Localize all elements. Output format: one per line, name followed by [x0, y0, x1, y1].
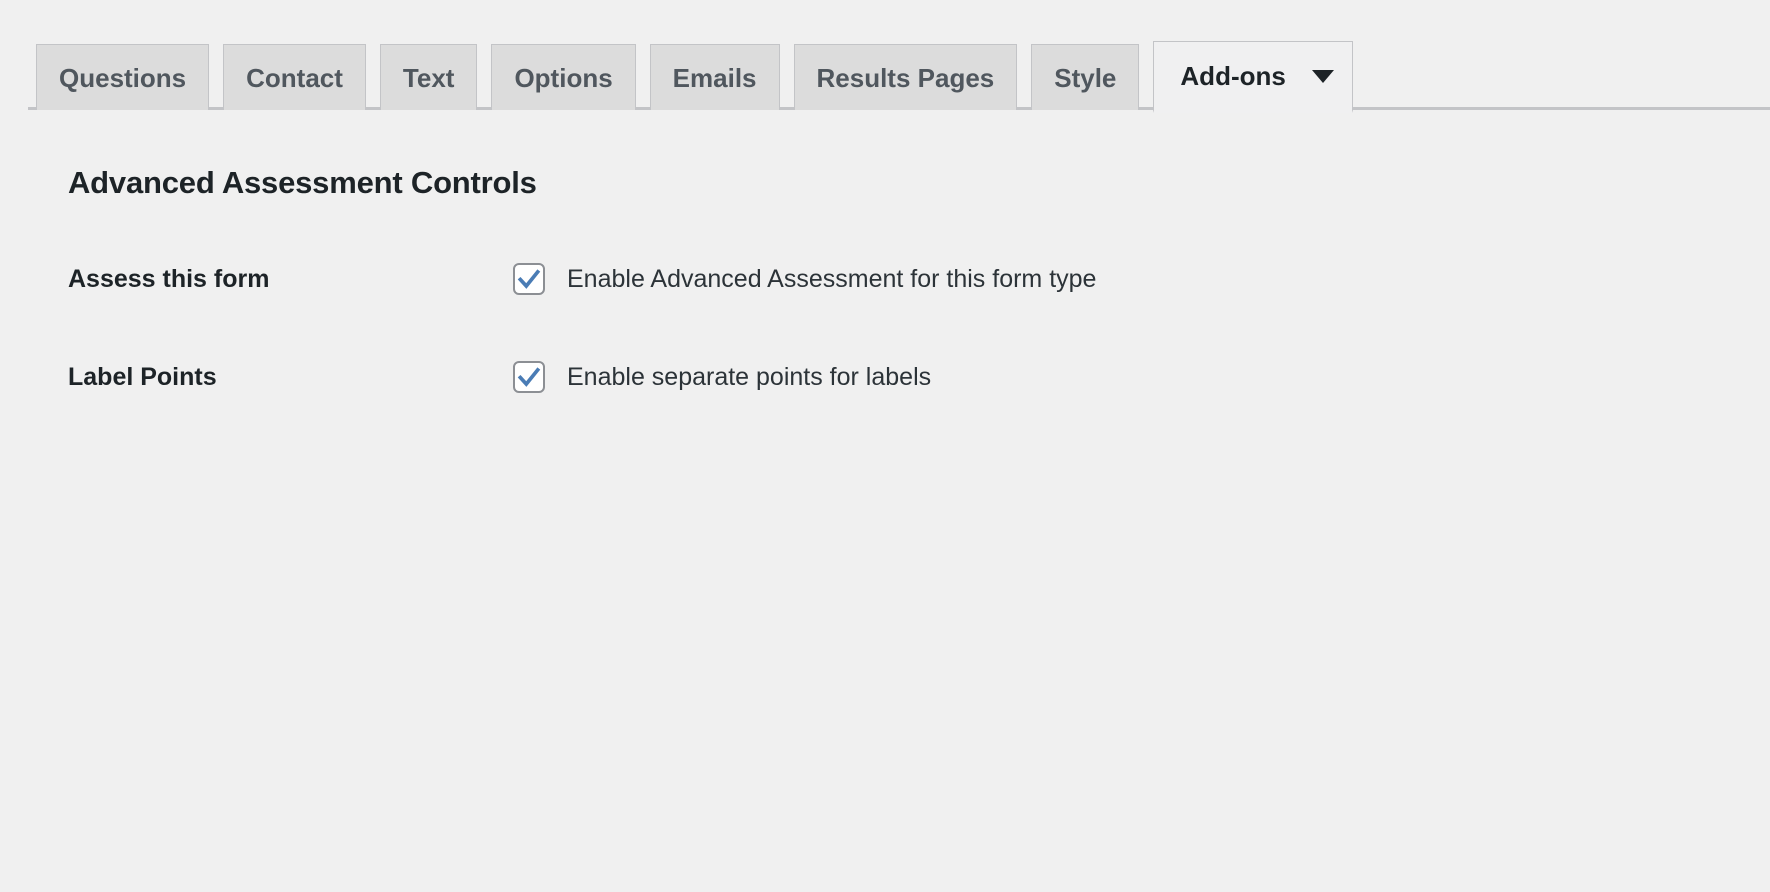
field-control-label-points: Enable separate points for labels	[513, 361, 931, 393]
addons-panel: Advanced Assessment Controls Assess this…	[0, 110, 1770, 393]
tab-add-ons-label: Add-ons	[1180, 63, 1285, 89]
tab-emails[interactable]: Emails	[650, 44, 780, 110]
tab-emails-label: Emails	[673, 65, 757, 91]
checkbox-label-enable-advanced-assessment[interactable]: Enable Advanced Assessment for this form…	[567, 265, 1096, 294]
tab-questions[interactable]: Questions	[36, 44, 209, 110]
tab-style[interactable]: Style	[1031, 44, 1139, 110]
field-control-assess-this-form: Enable Advanced Assessment for this form…	[513, 263, 1096, 295]
form-settings-tab-bar: Questions Contact Text Options Emails Re…	[0, 0, 1770, 110]
tab-style-label: Style	[1054, 65, 1116, 91]
checkmark-icon	[516, 364, 542, 390]
tab-options-label: Options	[514, 65, 612, 91]
checkmark-icon	[516, 266, 542, 292]
tab-text[interactable]: Text	[380, 44, 478, 110]
field-label-assess-this-form: Assess this form	[68, 265, 513, 294]
chevron-down-icon	[1312, 70, 1334, 83]
checkbox-label-enable-separate-points[interactable]: Enable separate points for labels	[567, 363, 931, 392]
tab-text-label: Text	[403, 65, 455, 91]
checkbox-enable-separate-points[interactable]	[513, 361, 545, 393]
tab-results-pages-label: Results Pages	[817, 65, 995, 91]
tab-questions-label: Questions	[59, 65, 186, 91]
checkbox-enable-advanced-assessment[interactable]	[513, 263, 545, 295]
field-row-label-points: Label Points Enable separate points for …	[68, 361, 1770, 393]
tab-options[interactable]: Options	[491, 44, 635, 110]
field-label-label-points: Label Points	[68, 363, 513, 392]
tab-contact-label: Contact	[246, 65, 343, 91]
tab-add-ons[interactable]: Add-ons	[1153, 41, 1353, 113]
field-row-assess-this-form: Assess this form Enable Advanced Assessm…	[68, 263, 1770, 295]
tab-contact[interactable]: Contact	[223, 44, 366, 110]
tab-results-pages[interactable]: Results Pages	[794, 44, 1018, 110]
page-title: Advanced Assessment Controls	[68, 165, 1770, 201]
